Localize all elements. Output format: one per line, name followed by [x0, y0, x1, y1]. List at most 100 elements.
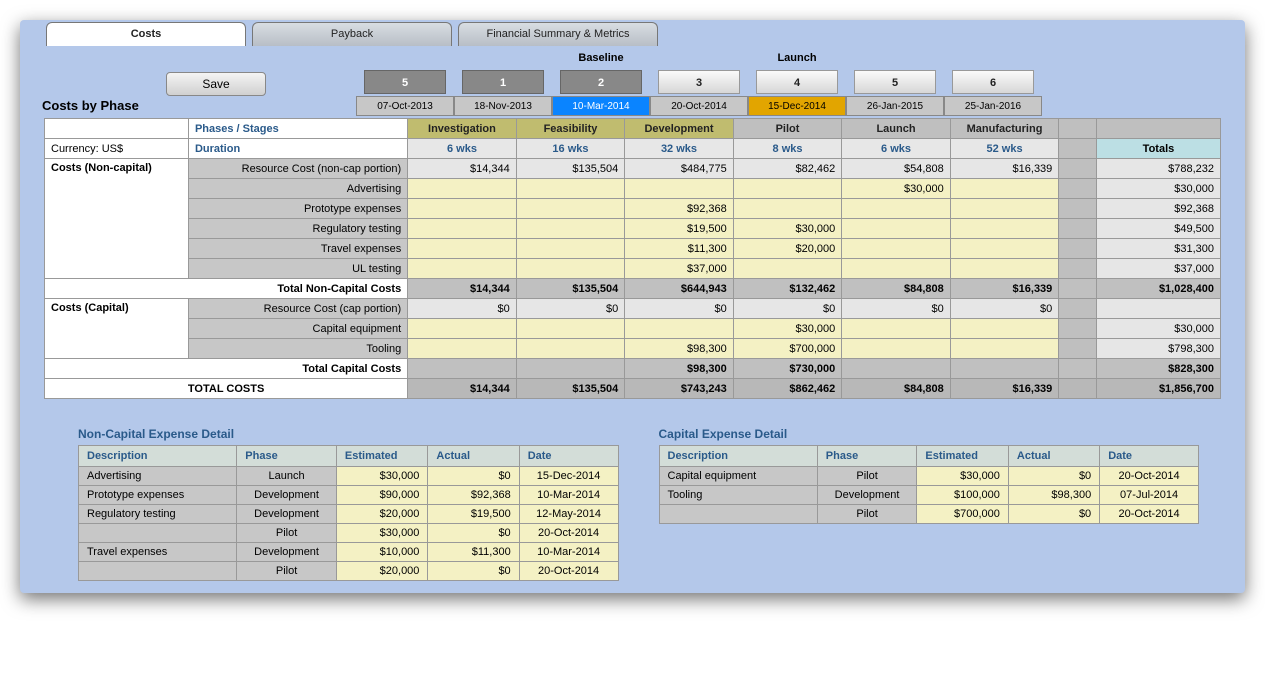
- value-cell[interactable]: $30,000: [733, 319, 842, 339]
- gate-number[interactable]: 1: [462, 70, 544, 94]
- value-cell[interactable]: [408, 339, 517, 359]
- value-cell[interactable]: $82,462: [733, 159, 842, 179]
- detail-cell[interactable]: $0: [428, 562, 519, 581]
- detail-cell[interactable]: $19,500: [428, 505, 519, 524]
- value-cell[interactable]: [408, 219, 517, 239]
- value-cell[interactable]: $19,500: [625, 219, 734, 239]
- value-cell[interactable]: [408, 259, 517, 279]
- detail-cell[interactable]: $20,000: [336, 505, 428, 524]
- detail-cell[interactable]: 12-May-2014: [519, 505, 618, 524]
- value-cell[interactable]: [516, 199, 625, 219]
- value-cell[interactable]: $484,775: [625, 159, 734, 179]
- value-cell[interactable]: $98,300: [625, 339, 734, 359]
- gate-number[interactable]: 6: [952, 70, 1034, 94]
- value-cell[interactable]: $30,000: [842, 179, 951, 199]
- gate-number[interactable]: 4: [756, 70, 838, 94]
- value-cell[interactable]: $92,368: [625, 199, 734, 219]
- value-cell[interactable]: [516, 239, 625, 259]
- gate-date[interactable]: 07-Oct-2013: [356, 96, 454, 116]
- value-cell[interactable]: $37,000: [625, 259, 734, 279]
- detail-cell[interactable]: $10,000: [336, 543, 428, 562]
- value-cell[interactable]: $14,344: [408, 159, 517, 179]
- detail-cell[interactable]: 10-Mar-2014: [519, 543, 618, 562]
- value-cell[interactable]: [842, 199, 951, 219]
- value-cell[interactable]: [842, 259, 951, 279]
- value-cell[interactable]: [625, 179, 734, 199]
- detail-cell[interactable]: $30,000: [336, 524, 428, 543]
- gate-number[interactable]: 3: [658, 70, 740, 94]
- detail-cell[interactable]: 20-Oct-2014: [1100, 505, 1199, 524]
- value-cell[interactable]: [950, 239, 1059, 259]
- value-cell[interactable]: $16,339: [950, 159, 1059, 179]
- gate-date[interactable]: 18-Nov-2013: [454, 96, 552, 116]
- value-cell[interactable]: [733, 179, 842, 199]
- detail-cell[interactable]: 10-Mar-2014: [519, 486, 618, 505]
- detail-cell[interactable]: 20-Oct-2014: [519, 562, 618, 581]
- row-total: $37,000: [1096, 259, 1220, 279]
- value-cell[interactable]: [950, 199, 1059, 219]
- value-cell[interactable]: $30,000: [733, 219, 842, 239]
- value-cell[interactable]: $0: [408, 299, 517, 319]
- gate-date[interactable]: 25-Jan-2016: [944, 96, 1042, 116]
- detail-cell[interactable]: $700,000: [917, 505, 1009, 524]
- gate-date[interactable]: 10-Mar-2014: [552, 96, 650, 116]
- value-cell[interactable]: [408, 319, 517, 339]
- value-cell[interactable]: $0: [625, 299, 734, 319]
- detail-cell[interactable]: $0: [428, 467, 519, 486]
- detail-cell[interactable]: $0: [1008, 505, 1099, 524]
- value-cell[interactable]: [950, 319, 1059, 339]
- value-cell[interactable]: [408, 199, 517, 219]
- detail-cell[interactable]: 20-Oct-2014: [519, 524, 618, 543]
- value-cell[interactable]: [733, 199, 842, 219]
- value-cell[interactable]: [950, 179, 1059, 199]
- tab-costs[interactable]: Costs: [46, 22, 246, 46]
- value-cell[interactable]: [516, 219, 625, 239]
- value-cell[interactable]: $54,808: [842, 159, 951, 179]
- value-cell[interactable]: $135,504: [516, 159, 625, 179]
- value-cell[interactable]: [516, 179, 625, 199]
- value-cell[interactable]: [950, 259, 1059, 279]
- detail-cell[interactable]: $90,000: [336, 486, 428, 505]
- value-cell[interactable]: $20,000: [733, 239, 842, 259]
- value-cell[interactable]: [842, 319, 951, 339]
- value-cell[interactable]: [950, 219, 1059, 239]
- gate-date[interactable]: 26-Jan-2015: [846, 96, 944, 116]
- value-cell[interactable]: $0: [733, 299, 842, 319]
- value-cell[interactable]: [408, 239, 517, 259]
- detail-cell[interactable]: $11,300: [428, 543, 519, 562]
- value-cell[interactable]: [733, 259, 842, 279]
- value-cell[interactable]: $0: [950, 299, 1059, 319]
- value-cell[interactable]: [408, 179, 517, 199]
- detail-cell[interactable]: $0: [428, 524, 519, 543]
- value-cell[interactable]: [842, 339, 951, 359]
- detail-cell[interactable]: 07-Jul-2014: [1100, 486, 1199, 505]
- value-cell[interactable]: $0: [516, 299, 625, 319]
- tab-financial-summary[interactable]: Financial Summary & Metrics: [458, 22, 658, 46]
- value-cell[interactable]: $700,000: [733, 339, 842, 359]
- detail-cell[interactable]: $92,368: [428, 486, 519, 505]
- detail-cell[interactable]: $20,000: [336, 562, 428, 581]
- tab-payback[interactable]: Payback: [252, 22, 452, 46]
- detail-cell[interactable]: $30,000: [336, 467, 428, 486]
- detail-cell[interactable]: $0: [1008, 467, 1099, 486]
- value-cell[interactable]: [950, 339, 1059, 359]
- save-button[interactable]: Save: [166, 72, 266, 96]
- value-cell[interactable]: $11,300: [625, 239, 734, 259]
- value-cell[interactable]: [516, 259, 625, 279]
- gate-number[interactable]: 5: [854, 70, 936, 94]
- detail-cell[interactable]: $98,300: [1008, 486, 1099, 505]
- gate-number[interactable]: 2: [560, 70, 642, 94]
- value-cell[interactable]: [516, 319, 625, 339]
- value-cell[interactable]: [842, 219, 951, 239]
- value-cell[interactable]: $0: [842, 299, 951, 319]
- value-cell[interactable]: [516, 339, 625, 359]
- detail-cell[interactable]: 15-Dec-2014: [519, 467, 618, 486]
- value-cell[interactable]: [625, 319, 734, 339]
- gate-date[interactable]: 15-Dec-2014: [748, 96, 846, 116]
- detail-cell[interactable]: $100,000: [917, 486, 1009, 505]
- detail-cell[interactable]: 20-Oct-2014: [1100, 467, 1199, 486]
- gate-date[interactable]: 20-Oct-2014: [650, 96, 748, 116]
- gate-number[interactable]: 5: [364, 70, 446, 94]
- value-cell[interactable]: [842, 239, 951, 259]
- detail-cell[interactable]: $30,000: [917, 467, 1009, 486]
